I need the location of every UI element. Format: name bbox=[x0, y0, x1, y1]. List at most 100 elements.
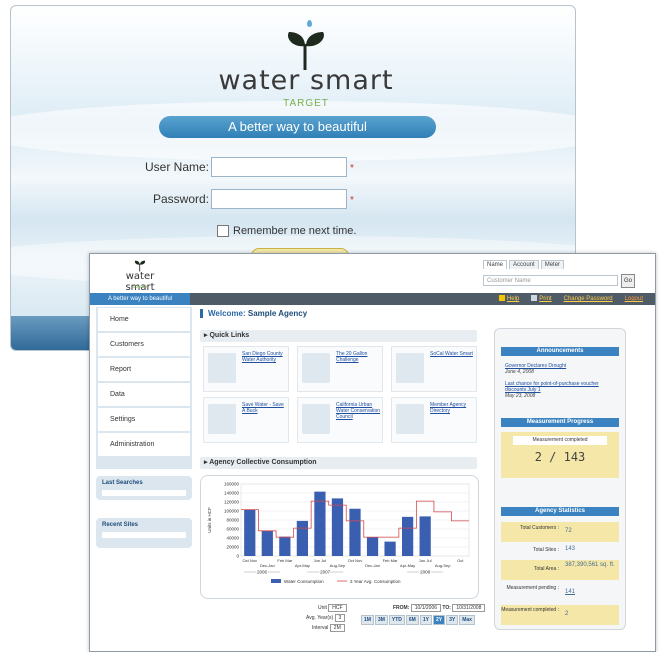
unit-label: Unit bbox=[318, 605, 327, 611]
quick-link[interactable]: San Diego County Water Authority bbox=[203, 346, 289, 392]
range-button-1y[interactable]: 1Y bbox=[419, 615, 432, 625]
brand-name: water smart bbox=[125, 271, 155, 293]
stat-total-sites: Total Sites : 143 bbox=[501, 545, 619, 557]
quick-link-label: California Urban Water Conservation Coun… bbox=[336, 402, 380, 420]
x-tick-label: Apr-May bbox=[295, 563, 310, 568]
sidebar-item-administration[interactable]: Administration bbox=[98, 433, 190, 457]
quick-link[interactable]: The 20 Gallon Challenge bbox=[297, 346, 383, 392]
consumption-header[interactable]: ▸ Agency Collective Consumption bbox=[200, 457, 477, 469]
measurement-progress: Measurement completed 2 / 143 bbox=[501, 432, 619, 478]
bar bbox=[419, 516, 431, 556]
stat-total-area: Total Area : 387,390,561 sq. ft. bbox=[501, 560, 619, 580]
customer-search-input[interactable]: Customer Name bbox=[483, 275, 618, 286]
quick-link-label: Member Agency Directory bbox=[430, 402, 467, 414]
stats-title: Agency Statistics bbox=[501, 507, 619, 516]
range-button-3y[interactable]: 3Y bbox=[446, 615, 459, 625]
x-tick-label: Aug-Sep bbox=[330, 563, 346, 568]
sidebar-item-home[interactable]: Home bbox=[98, 308, 190, 332]
page-title: Welcome: Sample Agency bbox=[200, 309, 307, 318]
avg-years-label: Avg. Year(s) bbox=[306, 615, 334, 621]
avg-years-select[interactable]: 3 bbox=[334, 614, 346, 622]
help-link[interactable]: Help bbox=[498, 293, 519, 305]
quick-link[interactable]: California Urban Water Conservation Coun… bbox=[297, 397, 383, 443]
quick-links-header[interactable]: ▸ Quick Links bbox=[200, 330, 477, 342]
stat-label: Total Customers : bbox=[520, 525, 559, 531]
x-tick-label: Jun Jul bbox=[314, 558, 327, 563]
unit-select[interactable]: HCF bbox=[328, 604, 347, 612]
stat-value[interactable]: 141 bbox=[565, 589, 619, 595]
announcement-link[interactable]: Last chance for point-of-purchase vouche… bbox=[505, 381, 599, 393]
quick-link-label: Save Water - Save A Buck bbox=[242, 402, 284, 414]
quick-link[interactable]: SoCal Water Smart bbox=[391, 346, 477, 392]
quick-link[interactable]: Member Agency Directory bbox=[391, 397, 477, 443]
announcement-date: May 23, 2008 bbox=[505, 393, 536, 399]
socal-logo-icon bbox=[396, 353, 424, 383]
sidebar-item-customers[interactable]: Customers bbox=[98, 333, 190, 357]
legend-swatch-consumption bbox=[271, 579, 281, 583]
announcement-item[interactable]: Last chance for point-of-purchase vouche… bbox=[505, 381, 619, 399]
progress-value: 2 / 143 bbox=[534, 450, 586, 464]
tab-meter[interactable]: Meter bbox=[540, 260, 565, 269]
range-button-max[interactable]: Max bbox=[459, 615, 475, 625]
sidebar-item-report[interactable]: Report bbox=[98, 358, 190, 382]
recent-sites-title: Recent Sites bbox=[102, 522, 139, 528]
sidebar-item-data[interactable]: Data bbox=[98, 383, 190, 407]
remember-me[interactable]: Remember me next time. bbox=[217, 225, 356, 237]
y-tick-label: 140000 bbox=[224, 491, 240, 496]
username-input[interactable] bbox=[211, 157, 347, 177]
quick-link-label: The 20 Gallon Challenge bbox=[336, 351, 368, 363]
brand-name: water smart bbox=[218, 65, 394, 96]
quick-link-label: San Diego County Water Authority bbox=[242, 351, 283, 363]
progress-caption: Measurement completed bbox=[513, 436, 607, 445]
tab-name[interactable]: Name bbox=[483, 260, 508, 269]
x-tick-label: Feb Mar bbox=[383, 558, 399, 563]
remember-label: Remember me next time. bbox=[233, 225, 357, 237]
bar bbox=[296, 520, 308, 556]
range-button-6m[interactable]: 6M bbox=[405, 615, 419, 625]
watersmart-logo-small: water smart TARGET bbox=[110, 260, 170, 293]
x-tick-label: Apr-May bbox=[400, 563, 415, 568]
help-icon bbox=[498, 295, 505, 302]
announcement-item[interactable]: Governor Declares Drought June 4, 2008 bbox=[505, 363, 619, 375]
x-tick-label: Dec-Jan bbox=[365, 563, 380, 568]
bar bbox=[244, 509, 256, 556]
x-tick-label: Jun Jul bbox=[419, 558, 432, 563]
y-tick-label: 120000 bbox=[224, 500, 240, 505]
range-button-1m[interactable]: 1M bbox=[361, 615, 374, 625]
from-date-input[interactable]: 10/1/2006 bbox=[410, 604, 442, 612]
range-button-ytd[interactable]: YTD bbox=[388, 615, 405, 625]
print-link[interactable]: Print bbox=[531, 293, 552, 305]
y-tick-label: 100000 bbox=[224, 509, 240, 514]
password-input[interactable] bbox=[211, 189, 347, 209]
progress-title: Measurement Progress bbox=[501, 418, 619, 427]
avg-years-control: Avg. Year(s) 3 bbox=[306, 614, 346, 622]
change-password-link[interactable]: Change Password bbox=[564, 293, 613, 305]
y-tick-label: 80000 bbox=[226, 518, 239, 523]
stat-value: 2 bbox=[565, 611, 569, 617]
go-button[interactable]: Go bbox=[621, 274, 635, 288]
range-button-3m[interactable]: 3M bbox=[374, 615, 388, 625]
sidebar-item-settings[interactable]: Settings bbox=[98, 408, 190, 432]
remember-checkbox[interactable] bbox=[217, 225, 229, 237]
right-panel: Announcements Governor Declares Drought … bbox=[494, 328, 626, 630]
legend-label: Water Consumption bbox=[284, 579, 324, 584]
password-label: Password: bbox=[152, 192, 209, 206]
to-date-input[interactable]: 10/31/2008 bbox=[452, 604, 486, 612]
water-drop-icon bbox=[307, 20, 312, 27]
interval-select[interactable]: 2M bbox=[329, 624, 345, 632]
last-searches-box: Last Searches bbox=[96, 476, 192, 500]
y-tick-label: 40000 bbox=[226, 536, 239, 541]
last-searches-list[interactable] bbox=[102, 490, 186, 496]
tab-account[interactable]: Account bbox=[509, 260, 539, 269]
stat-value: 387,390,561 sq. ft. bbox=[565, 562, 615, 568]
range-button-2y[interactable]: 2Y bbox=[432, 615, 446, 625]
consumption-title: Agency Collective Consumption bbox=[209, 459, 317, 466]
quick-link[interactable]: Save Water - Save A Buck bbox=[203, 397, 289, 443]
recent-sites-list[interactable] bbox=[102, 532, 186, 538]
brand-sub: TARGET bbox=[283, 98, 329, 109]
y-tick-label: 160000 bbox=[224, 482, 240, 487]
welcome-prefix: Welcome: bbox=[208, 309, 246, 318]
logout-link[interactable]: Logout bbox=[625, 293, 643, 305]
print-icon bbox=[531, 295, 538, 302]
stat-label: Total Area : bbox=[533, 566, 559, 572]
